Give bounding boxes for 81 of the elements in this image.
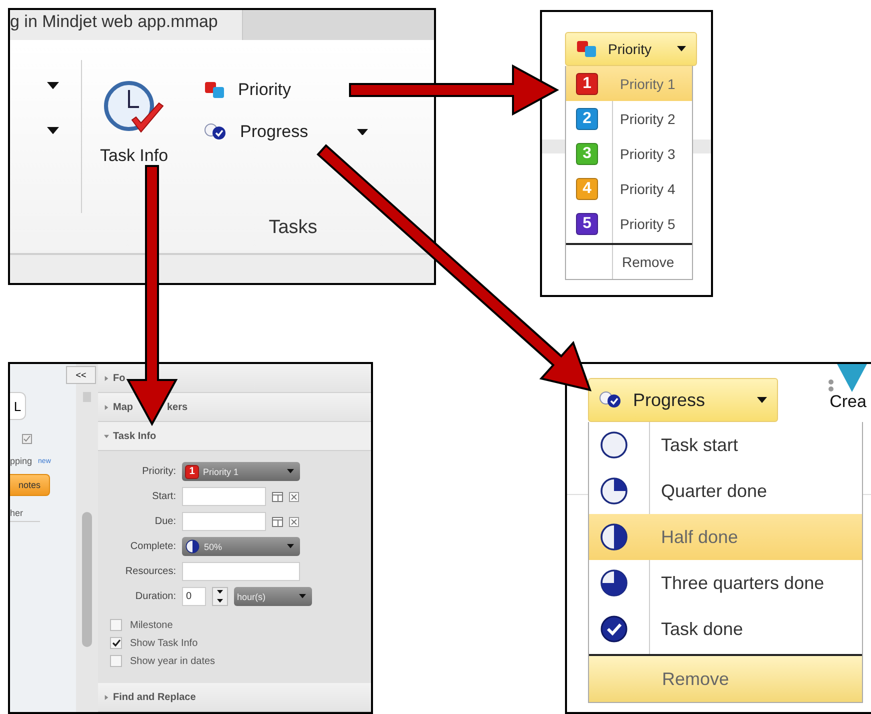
menu-item[interactable]: 3 Priority 3 — [566, 136, 692, 171]
section-header[interactable]: Find and Replace — [98, 683, 371, 712]
priority-badge: 4 — [576, 178, 598, 200]
priority-button[interactable]: Priority — [202, 78, 293, 102]
checkbox[interactable] — [110, 655, 122, 667]
caret-icon — [757, 397, 767, 403]
collapse-button[interactable]: << — [66, 366, 96, 384]
caret-icon — [357, 128, 368, 136]
field-label: Duration: — [134, 591, 176, 602]
triangle-icon — [828, 364, 868, 392]
remove-item[interactable]: Remove — [589, 656, 862, 702]
caret-icon — [104, 694, 109, 700]
duration-field[interactable]: 0 — [182, 587, 206, 606]
menu-item[interactable]: Half done — [589, 514, 862, 560]
section-header[interactable]: Fo — [98, 364, 371, 393]
sidebar-item[interactable]: her — [10, 508, 40, 522]
caret-icon — [104, 404, 109, 410]
caret-icon — [287, 469, 294, 474]
progress-circles-icon — [204, 123, 228, 141]
priority-badge: 5 — [576, 212, 598, 234]
menu-item[interactable]: 5 Priority 5 — [566, 206, 692, 241]
calendar-icon[interactable] — [272, 492, 283, 502]
scrollbar[interactable] — [76, 364, 98, 712]
priority-badge: 1 — [576, 72, 598, 94]
checkbox-label: Show year in dates — [130, 656, 216, 666]
checkmark-circle-icon — [599, 614, 629, 644]
menu-item[interactable]: Quarter done — [589, 468, 862, 514]
cut-off-label: Crea — [830, 392, 866, 412]
date-field[interactable] — [182, 487, 266, 506]
priority-badge: 2 — [576, 108, 598, 130]
spinner[interactable] — [212, 587, 228, 606]
priority-dropdown[interactable]: 1 Priority 1 — [182, 462, 300, 481]
section-header[interactable]: Task Info — [98, 422, 371, 451]
menu-item[interactable]: 1 Priority 1 — [566, 66, 692, 101]
pie-progress-icon — [185, 539, 200, 554]
checkbox-label: Show Task Info — [130, 638, 198, 648]
group-label: Tasks — [268, 217, 318, 240]
menu-item[interactable]: Three quarters done — [589, 560, 862, 606]
caret-icon — [299, 594, 306, 599]
remove-item[interactable]: Remove — [566, 245, 692, 279]
checkbox-label: Milestone — [130, 620, 173, 630]
date-field[interactable] — [182, 512, 266, 531]
document-tab[interactable]: g in Mindjet web app.mmap — [10, 10, 243, 40]
clear-icon[interactable] — [289, 516, 299, 526]
menu-item[interactable]: Task done — [589, 606, 862, 652]
caret-icon — [287, 544, 294, 549]
checkbox[interactable] — [110, 619, 122, 631]
caret-icon — [677, 46, 686, 52]
caret-icon — [104, 434, 109, 438]
notes-button[interactable]: notes — [10, 474, 50, 496]
caret-icon — [47, 82, 59, 90]
clear-icon[interactable] — [289, 492, 299, 502]
checkbox[interactable] — [110, 637, 122, 649]
progress-button[interactable]: Progress — [202, 120, 370, 144]
caret-icon — [47, 127, 59, 134]
menu-item[interactable]: 2 Priority 2 — [566, 101, 692, 136]
field-label: Resources: — [124, 566, 176, 577]
field-label: Start: — [151, 491, 176, 502]
pie-progress-icon — [599, 568, 629, 598]
calendar-icon[interactable] — [272, 516, 283, 526]
priority-badge: 3 — [576, 142, 598, 164]
priority-button[interactable]: Priority — [565, 32, 697, 66]
task-info-button[interactable]: Task Info — [96, 78, 172, 168]
field-label: Complete: — [129, 541, 176, 552]
unit-dropdown[interactable]: hour(s) — [234, 587, 312, 606]
pie-progress-icon — [599, 522, 629, 552]
caret-icon — [104, 376, 109, 380]
pie-progress-icon — [599, 476, 629, 506]
field-label: Due: — [154, 516, 176, 527]
menu-item[interactable]: 4 Priority 4 — [566, 171, 692, 206]
checkbox-icon — [22, 434, 32, 444]
priority-badge: 1 — [185, 464, 199, 478]
progress-button[interactable]: Progress — [588, 378, 778, 422]
resources-field[interactable] — [182, 562, 300, 581]
pie-progress-icon — [599, 430, 629, 460]
caret-icon — [217, 598, 223, 603]
menu-item[interactable]: Task start — [589, 422, 862, 468]
progress-circles-icon — [599, 391, 623, 409]
section-header[interactable]: Map kers — [98, 393, 371, 422]
sidebar-button[interactable]: L — [10, 392, 26, 420]
field-label: Priority: — [141, 466, 176, 477]
